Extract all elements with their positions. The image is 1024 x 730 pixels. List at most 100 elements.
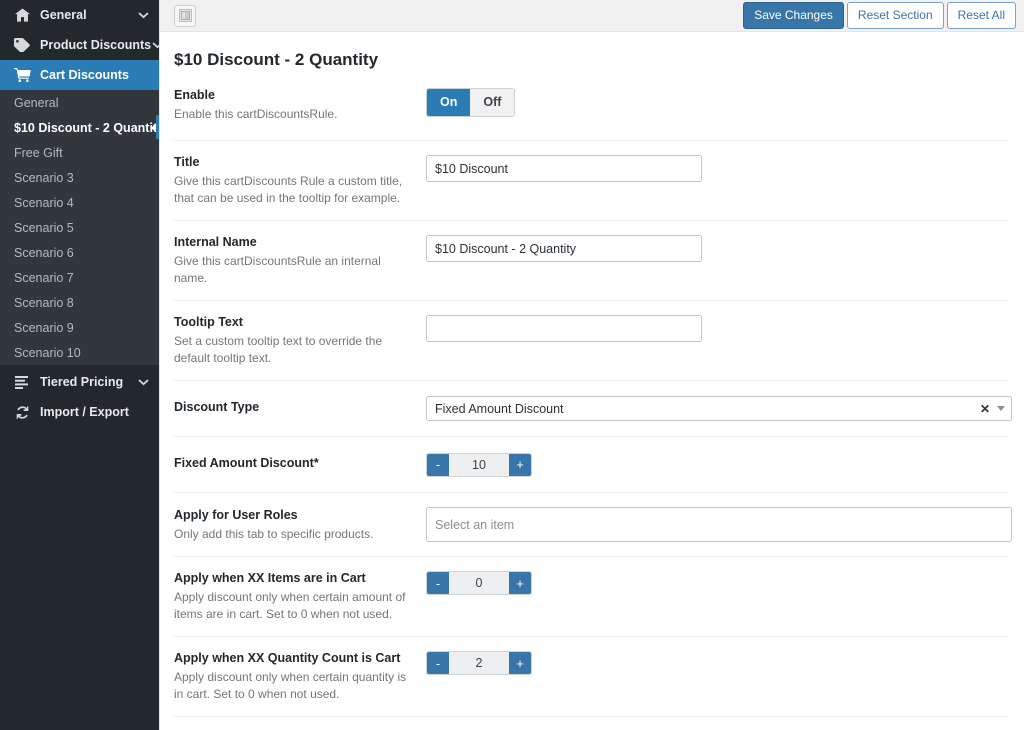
field-description: Give this cartDiscountsRule an internal … <box>174 254 381 285</box>
fixed-amount-stepper[interactable]: - 10 + <box>426 452 532 477</box>
sidebar-subitem-scenario-5[interactable]: Scenario 5 <box>0 215 159 240</box>
field-control: Fixed Amount Discount ✕ <box>426 396 1012 422</box>
field-row-internal-name: Internal Name Give this cartDiscountsRul… <box>174 220 1008 300</box>
sidebar-item-general[interactable]: General <box>0 0 159 30</box>
sidebar-subitem-label: Scenario 8 <box>14 295 74 310</box>
home-icon <box>12 7 32 23</box>
toolbar-actions: Save Changes Reset Section Reset All <box>743 2 1016 29</box>
field-label-block: Tooltip Text Set a custom tooltip text t… <box>174 315 426 366</box>
field-label-block: Enable Enable this cartDiscountsRule. <box>174 88 426 123</box>
quantity-count-stepper[interactable]: - 2 + <box>426 651 532 676</box>
sidebar-item-label: Cart Discounts <box>40 68 129 82</box>
title-input[interactable]: $10 Discount <box>426 155 702 182</box>
stepper-value[interactable]: 0 <box>449 572 509 595</box>
sidebar-subitem-label: Free Gift <box>14 145 63 160</box>
stepper-value[interactable]: 10 <box>449 453 509 476</box>
discount-type-select[interactable]: Fixed Amount Discount ✕ <box>426 396 1012 422</box>
stepper-minus-button[interactable]: - <box>427 453 449 476</box>
settings-content: $10 Discount - 2 Quantity Enable Enable … <box>160 32 1024 730</box>
sidebar-subitem-scenario-8[interactable]: Scenario 8 <box>0 290 159 315</box>
field-control: - 10 + <box>426 452 1008 477</box>
sidebar-item-label: Tiered Pricing <box>40 375 124 389</box>
chevron-down-icon <box>151 39 159 51</box>
user-roles-select[interactable]: Select an item <box>426 507 1012 543</box>
clear-x-icon[interactable]: ✕ <box>980 402 990 416</box>
field-description: Only add this tab to specific products. <box>174 526 374 541</box>
sidebar-item-label: General <box>40 8 87 22</box>
field-label: Tooltip Text <box>174 315 243 330</box>
app-root: General Product Discounts Cart Discounts… <box>0 0 1024 730</box>
field-row-enable: Enable Enable this cartDiscountsRule. On… <box>174 84 1008 140</box>
sidebar-subitem-scenario-4[interactable]: Scenario 4 <box>0 190 159 215</box>
sidebar-item-label: Import / Export <box>40 405 129 419</box>
sidebar-subitem-label: $10 Discount - 2 Quantity <box>14 120 159 135</box>
field-description: Apply discount only when certain amount … <box>174 590 406 621</box>
field-row-tooltip-text: Tooltip Text Set a custom tooltip text t… <box>174 300 1008 380</box>
sidebar-subitem-general[interactable]: General <box>0 90 159 115</box>
field-control: $10 Discount - 2 Quantity <box>426 235 1008 263</box>
sidebar-subitem-scenario-10[interactable]: Scenario 10 <box>0 340 159 365</box>
field-label-block: Title Give this cartDiscounts Rule a cus… <box>174 155 426 206</box>
field-label-block: Discount Type <box>174 400 426 418</box>
sidebar-item-cart-discounts[interactable]: Cart Discounts <box>0 60 159 90</box>
sidebar-subitem-scenario-6[interactable]: Scenario 6 <box>0 240 159 265</box>
sidebar-subitem-scenario-3[interactable]: Scenario 3 <box>0 165 159 190</box>
sidebar-toggle-icon <box>178 9 192 22</box>
sidebar-subitem-label: Scenario 3 <box>14 170 74 185</box>
field-description: Give this cartDiscounts Rule a custom ti… <box>174 174 403 205</box>
tooltip-text-input[interactable] <box>426 315 702 343</box>
sidebar-item-tiered-pricing[interactable]: Tiered Pricing <box>0 367 159 397</box>
stepper-minus-button[interactable]: - <box>427 652 449 675</box>
stepper-plus-button[interactable]: + <box>509 652 531 675</box>
sidebar-toggle-button[interactable] <box>174 4 196 27</box>
field-description: Enable this cartDiscountsRule. <box>174 107 338 121</box>
field-control: Select an item <box>426 507 1012 543</box>
main-panel: Save Changes Reset Section Reset All $10… <box>159 0 1024 730</box>
sidebar-subitem-label: Scenario 6 <box>14 245 74 260</box>
enable-toggle[interactable]: On Off <box>426 88 516 117</box>
sidebar-item-label: Product Discounts <box>40 38 152 52</box>
field-control: On Off <box>426 88 1008 117</box>
field-row-discount-type: Discount Type Fixed Amount Discount ✕ <box>174 380 1012 436</box>
stepper-minus-button[interactable]: - <box>427 572 449 595</box>
field-label: Apply when XX Items are in Cart <box>174 571 366 586</box>
stepper-plus-button[interactable]: + <box>509 453 531 476</box>
field-control: - 0 + <box>426 571 1008 596</box>
page-title: $10 Discount - 2 Quantity <box>174 50 379 69</box>
field-control <box>426 315 1008 343</box>
user-roles-placeholder: Select an item <box>435 517 515 532</box>
field-label: Apply for User Roles <box>174 507 298 522</box>
sync-icon <box>12 404 32 420</box>
discount-type-value: Fixed Amount Discount <box>435 401 564 416</box>
toolbar: Save Changes Reset Section Reset All <box>160 0 1024 32</box>
field-row-quantity-count: Apply when XX Quantity Count is Cart App… <box>174 636 1008 716</box>
field-row-fixed-amount-discount: Fixed Amount Discount* - 10 + <box>174 436 1008 492</box>
chevron-down-icon <box>137 9 149 21</box>
field-row-items-in-cart: Apply when XX Items are in Cart Apply di… <box>174 556 1008 636</box>
sidebar-subitem-scenario-9[interactable]: Scenario 9 <box>0 315 159 340</box>
tag-icon <box>12 37 32 53</box>
stepper-value[interactable]: 2 <box>449 652 509 675</box>
sidebar-subitem-free-gift[interactable]: Free Gift <box>0 140 159 165</box>
stepper-plus-button[interactable]: + <box>509 572 531 595</box>
save-changes-button[interactable]: Save Changes <box>743 2 844 29</box>
reset-section-button[interactable]: Reset Section <box>846 2 944 29</box>
chevron-down-icon[interactable] <box>997 406 1005 412</box>
sidebar-subitem-scenario-7[interactable]: Scenario 7 <box>0 265 159 290</box>
enable-toggle-on[interactable]: On <box>427 89 471 116</box>
enable-toggle-off[interactable]: Off <box>470 89 515 116</box>
sidebar-subitem-10-discount-2-quantity[interactable]: $10 Discount - 2 Quantity <box>0 115 159 140</box>
sidebar-item-import-export[interactable]: Import / Export <box>0 397 159 427</box>
sidebar-subitem-label: Scenario 10 <box>14 345 81 360</box>
field-label: Fixed Amount Discount* <box>174 455 319 470</box>
reset-all-button[interactable]: Reset All <box>946 2 1016 29</box>
internal-name-input[interactable]: $10 Discount - 2 Quantity <box>426 235 702 263</box>
sidebar-item-product-discounts[interactable]: Product Discounts <box>0 30 159 60</box>
sidebar-subitem-label: Scenario 9 <box>14 320 74 335</box>
items-in-cart-stepper[interactable]: - 0 + <box>426 571 532 596</box>
sidebar-subitem-label: Scenario 4 <box>14 195 74 210</box>
field-row-title: Title Give this cartDiscounts Rule a cus… <box>174 140 1008 220</box>
field-label-block: Apply when XX Items are in Cart Apply di… <box>174 571 426 622</box>
sidebar-subitem-label: General <box>14 95 59 110</box>
sidebar-submenu: General $10 Discount - 2 Quantity Free G… <box>0 90 159 365</box>
